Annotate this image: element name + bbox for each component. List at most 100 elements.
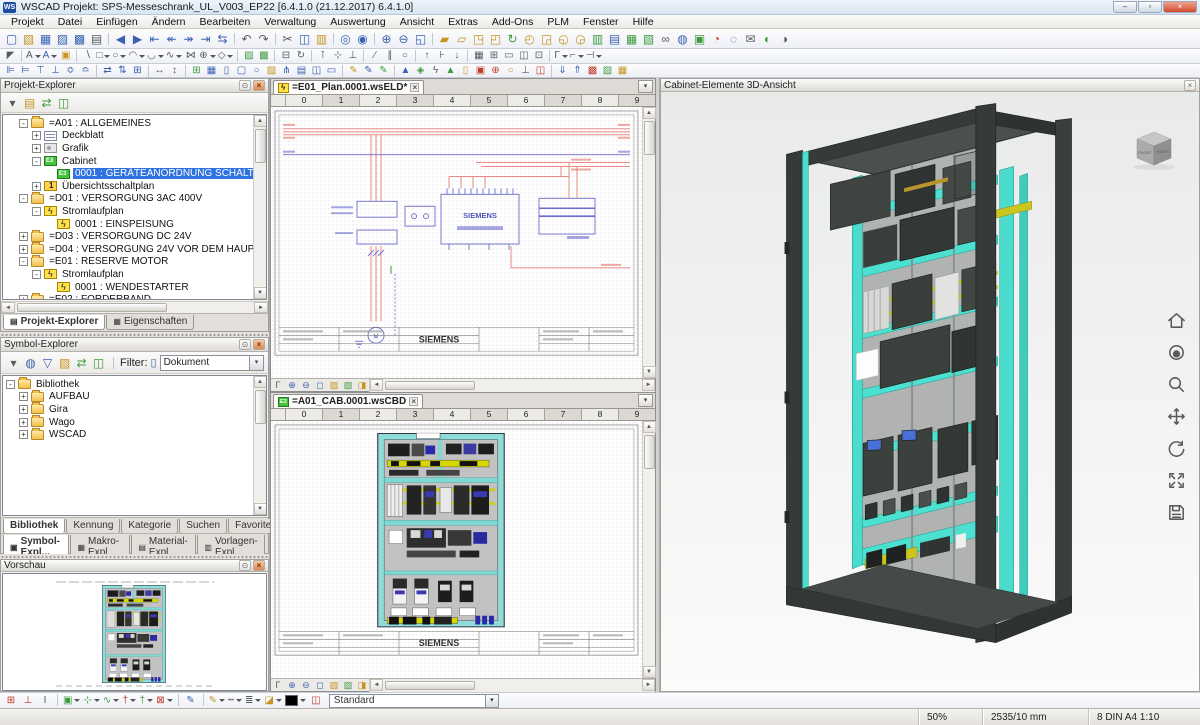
scroll-thumb[interactable] [385,681,475,690]
toolbar-icon-arrow-down[interactable]: ↓ [449,50,464,63]
chevron-down-icon[interactable]: ▾ [249,356,263,370]
toolbar-icon-potential-node[interactable]: ⊹ [330,50,345,63]
tree-toggle[interactable]: + [19,430,28,439]
home-icon[interactable] [1166,310,1187,331]
tree-item[interactable]: - Stromlaufplan [3,205,253,218]
minimize-button[interactable]: – [1113,1,1137,13]
toolbar-icon-dwg-import[interactable]: ▨ [241,50,256,63]
toolbar-icon-origin[interactable]: ⊥ [20,694,36,708]
menu-item[interactable]: Verwaltung [257,16,323,28]
toolbar-icon-symbol-insert[interactable]: ⊕ [198,50,216,63]
toolbar-icon-image[interactable]: ▣ [691,31,708,47]
doc-tool-redline[interactable]: ▧ [341,679,355,691]
tree-toggle[interactable]: - [19,194,28,203]
cabinet-canvas[interactable]: SIEMENS [271,421,642,678]
close-tab-icon[interactable]: × [410,83,419,92]
toolbar-icon-search[interactable]: ◎ [337,31,354,47]
toolbar-icon-potential-check[interactable]: ϟ [428,64,443,77]
tree-toggle[interactable]: - [6,380,15,389]
toolbar-icon-statistics[interactable]: ▧ [640,31,657,47]
scroll-down-icon[interactable]: ▼ [643,366,656,378]
scroll-thumb[interactable] [255,390,266,424]
toolbar-icon-mounting-panel[interactable]: ▤ [294,64,309,77]
tree-item[interactable]: - Bibliothek [3,378,253,391]
toolbar-icon-zoom-window[interactable]: ◱ [412,31,429,47]
panel-pin-icon[interactable]: ⊙ [239,80,251,91]
toolbar-icon-show-device[interactable]: ▣ [62,694,81,708]
toolbar-icon-show-wire[interactable]: ∿ [102,694,120,708]
tree-item[interactable]: + =D03 : VERSORGUNG DC 24V [3,230,253,243]
toolbar-icon-target[interactable]: ⊕ [488,64,503,77]
close-tab-icon[interactable]: × [409,397,418,406]
toolbar-icon-style-reset[interactable]: ◫ [308,694,324,708]
toolbar-icon-align-left[interactable]: ⊫ [3,64,18,77]
toolbar-icon-line[interactable]: ∖ [80,50,95,63]
filter-combobox[interactable]: Dokument ▾ [160,355,264,371]
toolbar-icon-page-prev[interactable]: ↞ [163,31,180,47]
panel-pin-icon[interactable]: ⊙ [239,560,251,571]
close-button[interactable]: × [1163,1,1197,13]
scroll-up-icon[interactable]: ▲ [643,107,656,119]
toolbar-icon-circle[interactable]: ○ [111,50,127,63]
scroll-thumb[interactable] [17,303,167,312]
toolbar-icon-sheet-ref[interactable]: ◫ [516,50,531,63]
toolbar-icon-redline-pen[interactable]: ✎ [346,64,361,77]
doc-tab-cabinet[interactable]: =A01_CAB.0001.wsCBD × [273,394,423,408]
tree-toggle[interactable]: + [32,144,41,153]
zoom-icon[interactable] [1166,374,1187,395]
toolbar-icon-layer-manager[interactable]: ▧ [600,64,615,77]
rotate-icon[interactable] [1166,438,1187,459]
dock-tab[interactable]: Kategorie [121,519,178,534]
menu-item[interactable]: Add-Ons [485,16,540,28]
dock-tab[interactable]: Kennung [66,519,120,534]
toolbar-icon-numbering-down[interactable]: ⇓ [555,64,570,77]
tree-toggle[interactable]: - [32,207,41,216]
toolbar-icon-clone-device[interactable]: ◫ [309,64,324,77]
toolbar-icon-hide-pin[interactable]: † [121,694,137,708]
toolbar-icon-same-size[interactable]: ⊞ [130,64,145,77]
panel-tool-refresh[interactable]: ⇄ [73,355,90,371]
panel-pin-icon[interactable]: ⊙ [239,339,251,350]
vorschau-preview[interactable] [2,573,267,691]
tree-toggle[interactable]: - [32,157,41,166]
toolbar-icon-cam-view[interactable]: ◫ [533,64,548,77]
scroll-thumb[interactable] [255,129,266,163]
toolbar-icon-box-3d[interactable]: ◈ [413,64,428,77]
toolbar-icon-graphic-edit[interactable]: ▩ [256,50,271,63]
toolbar-icon-cart[interactable]: ▦ [615,64,630,77]
toolbar-icon-cursor-style[interactable]: I [37,694,53,708]
toolbar-icon-show-pin[interactable]: † [138,694,154,708]
dock-tab[interactable]: ▦Eigenschaften [106,315,194,330]
project-tree-hscrollbar[interactable]: ◄ ► [1,301,268,313]
tree-item[interactable]: + AUFBAU [3,391,253,404]
tree-item[interactable]: + Deckblatt [3,130,253,143]
doc-tool-zoom-page[interactable]: ◻ [313,379,327,391]
toolbar-icon-options[interactable]: ◑ [776,31,793,47]
toolbar-icon-align-right[interactable]: ⊨ [18,64,33,77]
toolbar-icon-warning-check[interactable]: ▲ [398,64,413,77]
toolbar-icon-project-manager[interactable]: ▰ [436,31,453,47]
menu-item[interactable]: Extras [441,16,485,28]
toolbar-icon-grid-table[interactable]: ▦ [471,50,486,63]
toolbar-icon-redo[interactable]: ↷ [255,31,272,47]
panel-tool-link-card[interactable]: ▤ [21,95,38,111]
pan-icon[interactable] [1166,406,1187,427]
toolbar-icon-door-insert[interactable]: ▢ [234,64,249,77]
toolbar-icon-move[interactable]: ↔ [152,64,167,77]
panel-tool-copy-structure[interactable]: ◫ [90,355,107,371]
toolbar-icon-line-style[interactable]: ┅ [227,694,243,708]
panel-tool-folder[interactable]: ▧ [56,355,73,371]
toolbar-icon-zoom-in[interactable]: ⊕ [378,31,395,47]
scroll-left-icon[interactable]: ◄ [370,679,383,691]
panel-tool-view-menu[interactable]: ▾ [4,95,21,111]
toolbar-icon-color-swatch[interactable] [284,694,307,708]
tree-item[interactable]: 0001 : WENDESTARTER [3,281,253,294]
toolbar-icon-page-goto[interactable]: ⇆ [214,31,231,47]
toolbar-icon-lists[interactable]: ▤ [606,31,623,47]
toolbar-icon-mail[interactable]: ✉ [742,31,759,47]
tree-toggle[interactable]: - [19,119,28,128]
doc-tool-corner[interactable]: Γ [271,379,285,391]
tree-item[interactable]: + Grafik [3,142,253,155]
toolbar-icon-save-as[interactable]: ▨ [54,31,71,47]
menu-item[interactable]: Ansicht [393,16,441,28]
